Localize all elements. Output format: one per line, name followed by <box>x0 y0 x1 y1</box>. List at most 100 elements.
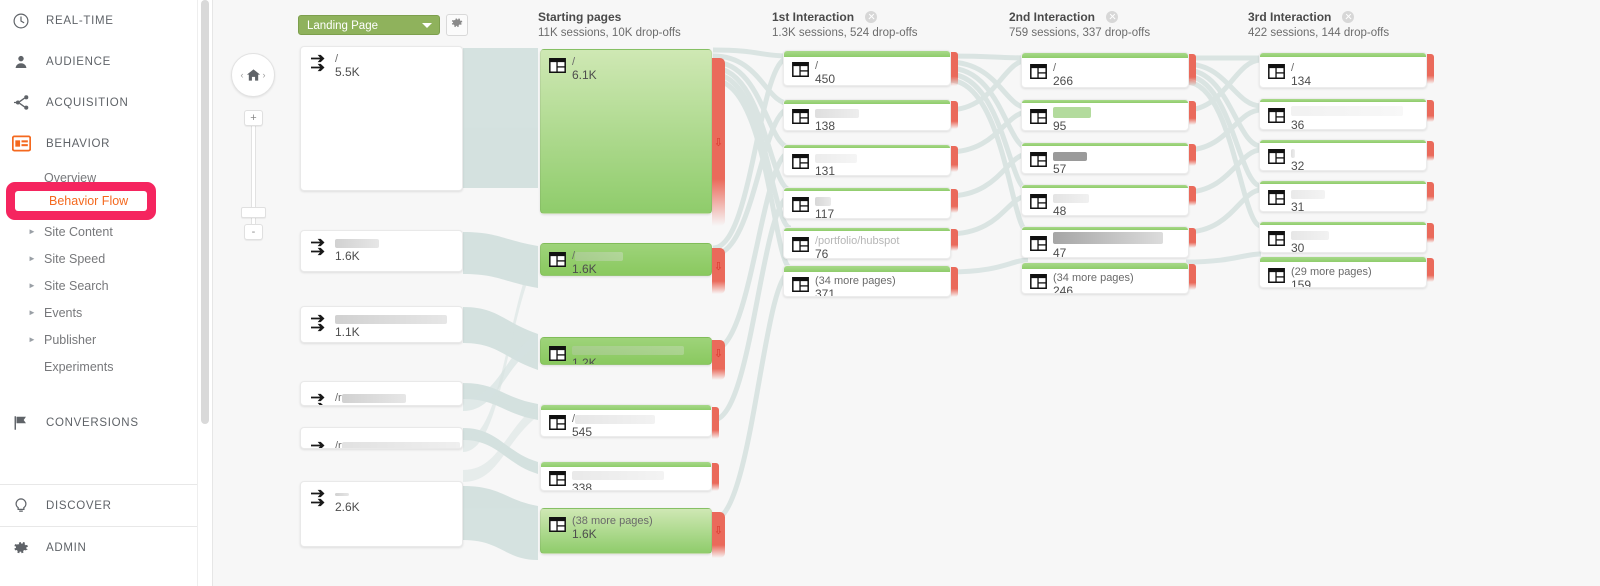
dropoff-bar[interactable] <box>1427 182 1434 202</box>
page-icon <box>792 62 809 77</box>
sidebar-scrollbar-thumb[interactable] <box>201 0 209 424</box>
dropoff-bar[interactable] <box>1189 144 1196 166</box>
sidebar-item-acquisition[interactable]: ACQUISITION <box>0 82 212 123</box>
flow-node-starting-page[interactable]: / 6.1K <box>540 49 712 214</box>
dropoff-bar[interactable]: ⇩ <box>712 340 725 380</box>
zoom-slider-handle[interactable] <box>241 207 266 218</box>
sidebar-item-conversions[interactable]: CONVERSIONS <box>0 402 212 443</box>
flow-node-starting-page[interactable]: 338 <box>540 461 712 491</box>
flow-node-volume-cap <box>541 462 711 467</box>
zoom-out-button[interactable]: - <box>244 224 263 240</box>
flow-node-3rd-interaction[interactable]: (29 more pages) 159 <box>1259 256 1427 288</box>
source-node[interactable]: 2.6K <box>300 481 463 547</box>
sidebar-item-site-search[interactable]: ► Site Search <box>0 272 212 299</box>
dropoff-bar[interactable] <box>1189 228 1196 248</box>
dropoff-bar[interactable] <box>1427 141 1434 161</box>
flow-node-1st-interaction[interactable]: 131 <box>783 144 951 176</box>
dropoff-bar[interactable] <box>1427 54 1434 84</box>
dropoff-bar[interactable] <box>1189 264 1196 290</box>
flow-node-2nd-interaction[interactable]: (34 more pages) 246 <box>1021 262 1189 294</box>
dropoff-bar[interactable]: ⇩ <box>712 58 725 226</box>
page-icon <box>1268 64 1285 79</box>
sidebar-item-behavior[interactable]: BEHAVIOR <box>0 123 212 164</box>
flow-node-1st-interaction[interactable]: (34 more pages) 371 <box>783 265 951 297</box>
source-node[interactable]: /r 283 <box>300 381 463 406</box>
pan-home-control[interactable]: ‹ › <box>231 53 275 97</box>
dropoff-bar[interactable] <box>1427 100 1434 122</box>
home-icon[interactable] <box>246 68 261 82</box>
sidebar-item-audience[interactable]: AUDIENCE <box>0 41 212 82</box>
sidebar-item-real-time[interactable]: REAL-TIME <box>0 0 212 41</box>
dropoff-bar[interactable] <box>951 101 958 129</box>
sidebar-item-publisher[interactable]: ► Publisher <box>0 326 212 353</box>
flow-node-3rd-interaction[interactable]: 30 <box>1259 221 1427 253</box>
dropoff-bar[interactable] <box>712 463 719 491</box>
sidebar-scrollbar[interactable] <box>197 0 212 586</box>
dropoff-bar[interactable] <box>951 146 958 172</box>
page-icon <box>1030 274 1047 289</box>
flow-node-2nd-interaction[interactable]: 48 <box>1021 184 1189 216</box>
sidebar-item-behavior-flow[interactable]: Behavior Flow <box>0 191 212 218</box>
flow-node-value: 266 <box>1053 74 1074 88</box>
sidebar-item-site-content[interactable]: ► Site Content <box>0 218 212 245</box>
flow-node-volume-cap <box>1260 140 1426 143</box>
flow-node-value: 76 <box>815 247 829 259</box>
zoom-in-button[interactable]: + <box>244 110 263 126</box>
source-node[interactable]: 1.6K <box>300 230 463 272</box>
dropoff-bar[interactable] <box>1189 186 1196 206</box>
behavior-icon <box>12 135 46 152</box>
sidebar-item-site-speed[interactable]: ► Site Speed <box>0 245 212 272</box>
source-node[interactable]: /r 261 <box>300 427 463 449</box>
dropoff-bar[interactable] <box>951 267 958 297</box>
chevron-right-icon[interactable]: › <box>263 70 266 80</box>
dropoff-bar[interactable] <box>951 189 958 213</box>
flow-node-2nd-interaction[interactable]: 47 <box>1021 226 1189 258</box>
sidebar-item-events[interactable]: ► Events <box>0 299 212 326</box>
column-subtitle: 422 sessions, 144 drop-offs <box>1248 27 1390 39</box>
column-header-2nd-interaction: 2nd Interaction 759 sessions, 337 drop-o… <box>1009 10 1150 39</box>
dropoff-bar[interactable] <box>1427 223 1434 243</box>
flow-node-3rd-interaction[interactable]: 31 <box>1259 180 1427 212</box>
sidebar-item-experiments[interactable]: Experiments <box>0 353 212 380</box>
flow-node-volume-cap <box>1022 227 1188 230</box>
flow-node-starting-page[interactable]: (38 more pages) 1.6K <box>540 508 712 554</box>
dropoff-bar[interactable] <box>712 407 719 439</box>
dropoff-bar[interactable]: ⇩ <box>712 248 725 294</box>
sidebar-item-admin[interactable]: ADMIN <box>0 527 212 568</box>
flow-node-label: / <box>1291 62 1295 74</box>
flow-node-2nd-interaction[interactable]: 57 <box>1021 142 1189 174</box>
flow-node-1st-interaction[interactable]: 138 <box>783 99 951 131</box>
flow-node-1st-interaction[interactable]: /portfolio/hubspot 76 <box>783 227 951 259</box>
sidebar-item-overview[interactable]: Overview <box>0 164 212 191</box>
close-icon[interactable] <box>1342 11 1355 23</box>
flow-node-volume-cap <box>541 405 711 410</box>
flow-node-starting-page[interactable]: / 1.6K <box>540 243 712 276</box>
close-icon[interactable] <box>1106 11 1119 23</box>
sidebar-item-discover[interactable]: DISCOVER <box>0 485 212 526</box>
flow-node-1st-interaction[interactable]: 117 <box>783 187 951 219</box>
flow-node-1st-interaction[interactable]: / 450 <box>783 50 951 86</box>
flow-node-volume-cap <box>1260 222 1426 225</box>
dropoff-bar[interactable] <box>1189 54 1196 86</box>
flow-settings-button[interactable] <box>446 14 468 36</box>
chevron-left-icon[interactable]: ‹ <box>241 70 244 80</box>
flow-node-2nd-interaction[interactable]: 95 <box>1021 99 1189 131</box>
flow-node-value: 117 <box>815 207 835 219</box>
flow-node-2nd-interaction[interactable]: / 266 <box>1021 52 1189 88</box>
flow-node-3rd-interaction[interactable]: 32 <box>1259 139 1427 171</box>
dropoff-bar[interactable]: ⇩ <box>712 512 725 558</box>
chevron-right-icon: ► <box>28 308 36 317</box>
close-icon[interactable] <box>865 11 878 23</box>
source-node[interactable]: / 5.5K <box>300 46 463 191</box>
dimension-select[interactable]: Landing Page <box>298 15 440 35</box>
dropoff-bar[interactable] <box>951 52 958 86</box>
flow-node-starting-page[interactable]: 1.2K <box>540 337 712 365</box>
flow-node-value: 1.6K <box>572 527 597 541</box>
source-node[interactable]: 1.1K <box>300 306 463 343</box>
flow-node-starting-page[interactable]: / 545 <box>540 404 712 437</box>
flow-node-3rd-interaction[interactable]: 36 <box>1259 98 1427 130</box>
dropoff-bar[interactable] <box>1427 258 1434 282</box>
dropoff-bar[interactable] <box>951 229 958 251</box>
dropoff-bar[interactable] <box>1189 101 1196 125</box>
flow-node-3rd-interaction[interactable]: / 134 <box>1259 52 1427 88</box>
